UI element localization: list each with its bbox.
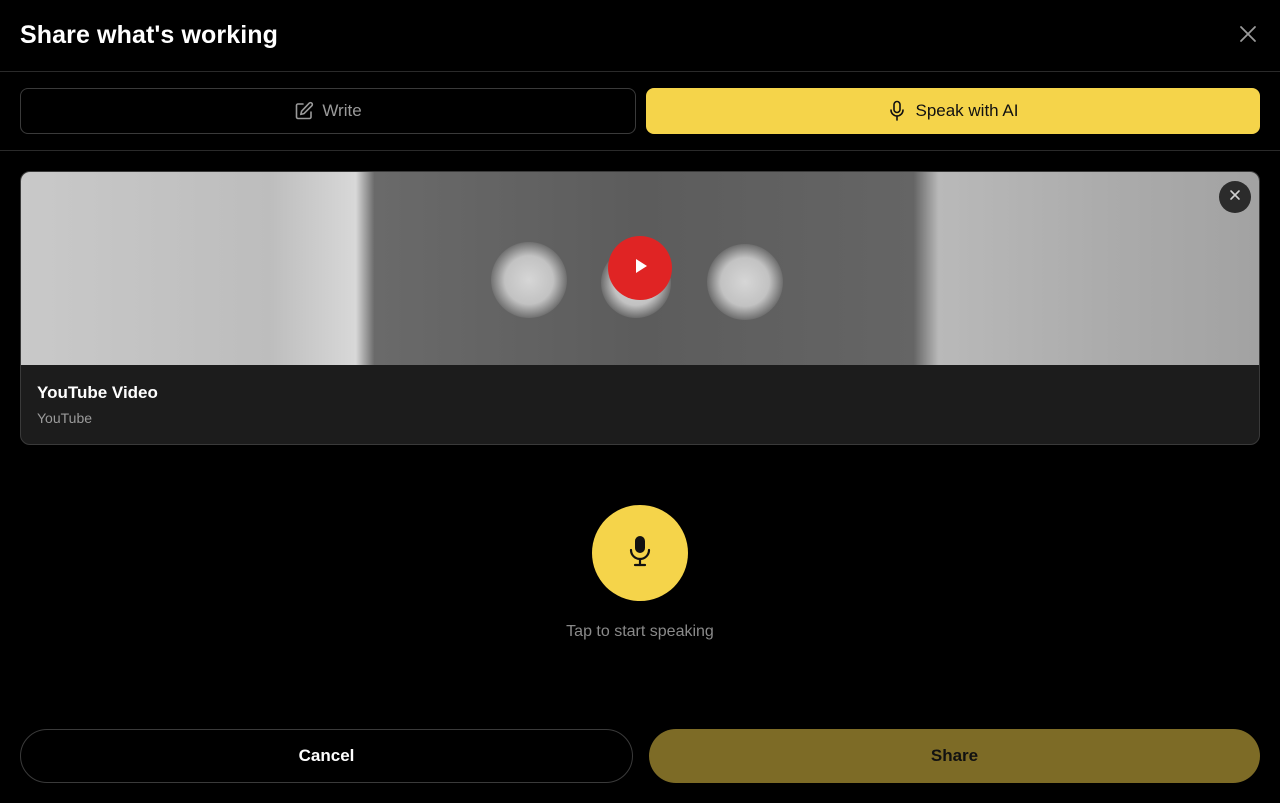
speak-mode-button[interactable]: Speak with AI bbox=[646, 88, 1260, 134]
video-thumbnail[interactable] bbox=[21, 172, 1259, 365]
write-mode-label: Write bbox=[322, 101, 362, 120]
dialog-title: Share what's working bbox=[20, 21, 279, 49]
play-button[interactable] bbox=[608, 236, 672, 300]
speak-mode-label: Speak with AI bbox=[915, 101, 1019, 120]
video-source: YouTube bbox=[37, 410, 93, 426]
close-dialog-button[interactable] bbox=[1234, 22, 1262, 50]
thumbnail-detail bbox=[707, 244, 783, 320]
close-icon bbox=[1229, 188, 1241, 206]
remove-video-button[interactable] bbox=[1219, 181, 1251, 213]
mode-selector: Write Speak with AI bbox=[0, 72, 1280, 151]
close-icon bbox=[1239, 25, 1257, 48]
share-button[interactable]: Share bbox=[649, 729, 1260, 783]
microphone-icon bbox=[887, 100, 907, 122]
video-title: YouTube Video bbox=[37, 383, 158, 402]
cancel-button[interactable]: Cancel bbox=[20, 729, 633, 783]
dialog-header: Share what's working bbox=[0, 0, 1280, 72]
video-preview-card: YouTube Video YouTube bbox=[20, 171, 1260, 445]
recording-hint: Tap to start speaking bbox=[566, 623, 714, 640]
microphone-icon bbox=[627, 534, 653, 573]
thumbnail-detail bbox=[491, 242, 567, 318]
write-mode-button[interactable]: Write bbox=[20, 88, 636, 134]
start-recording-button[interactable] bbox=[592, 505, 688, 601]
play-icon bbox=[630, 256, 650, 281]
edit-icon bbox=[294, 101, 314, 121]
